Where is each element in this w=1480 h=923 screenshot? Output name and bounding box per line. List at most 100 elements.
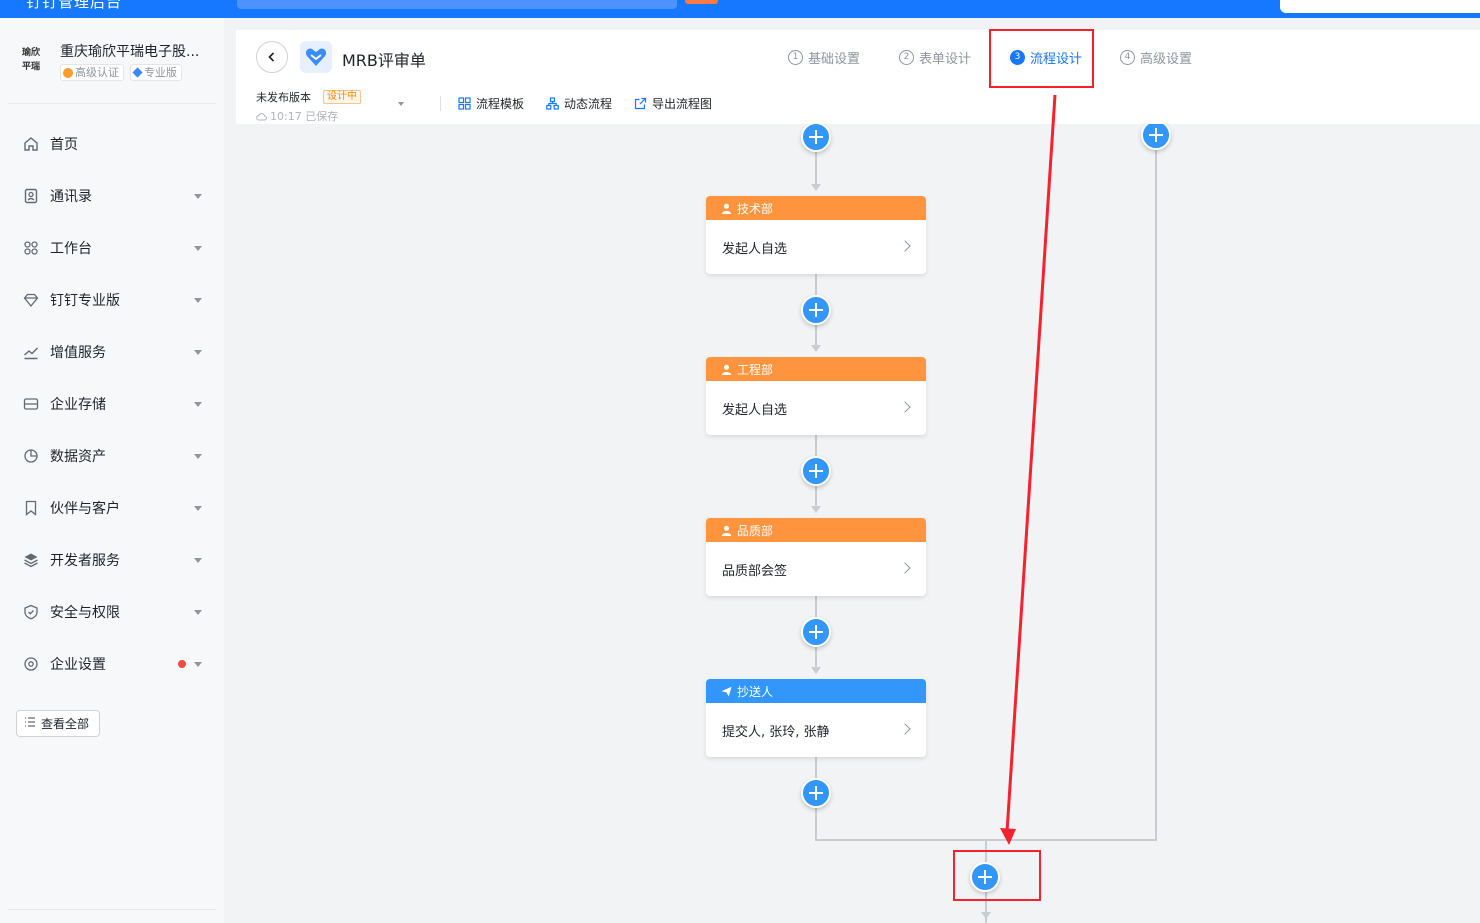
- version-selector[interactable]: 未发布版本 设计中: [256, 89, 361, 105]
- sidebar-item-home[interactable]: 首页: [8, 118, 216, 170]
- add-branch-node-button[interactable]: [1141, 124, 1171, 150]
- sidebar-item-workbench[interactable]: 工作台: [8, 222, 216, 274]
- node-title: 工程部: [737, 362, 774, 377]
- org-chart-icon: [546, 97, 559, 110]
- flow-toolbar: 流程模板 动态流程 导出流程图: [458, 95, 712, 112]
- chevron-down-icon: [194, 194, 202, 199]
- chevron-down-icon: [194, 402, 202, 407]
- dynamic-flow-label: 动态流程: [564, 97, 613, 111]
- cert-badge: 高级认证: [60, 64, 124, 81]
- flow-template-label: 流程模板: [476, 97, 525, 111]
- chevron-down-icon: [194, 662, 202, 667]
- node-header: 品质部: [706, 518, 926, 542]
- tab-basic-settings[interactable]: 1 基础设置: [788, 48, 860, 67]
- sidebar-item-security[interactable]: 安全与权限: [8, 586, 216, 638]
- top-action-button[interactable]: [685, 0, 718, 4]
- add-node-button[interactable]: [801, 456, 831, 486]
- chevron-left-icon: [268, 52, 275, 62]
- node-header: 工程部: [706, 357, 926, 381]
- node-content: 品质部会签: [706, 542, 926, 596]
- bookmark-icon: [22, 499, 40, 517]
- save-status: 10:17 已保存: [256, 108, 338, 124]
- approver-node[interactable]: 品质部 品质部会签: [706, 518, 926, 596]
- step-label: 基础设置: [808, 52, 861, 67]
- export-flowchart-button[interactable]: 导出流程图: [634, 95, 712, 112]
- sidebar-item-partners[interactable]: 伙伴与客户: [8, 482, 216, 534]
- saved-text: 10:17 已保存: [270, 110, 339, 123]
- sidebar-item-label: 增值服务: [50, 345, 106, 361]
- shield-icon: [22, 603, 40, 621]
- notification-dot: [178, 660, 186, 668]
- sidebar-item-contacts[interactable]: 通讯录: [8, 170, 216, 222]
- sidebar-item-value-added[interactable]: 增值服务: [8, 326, 216, 378]
- sidebar-nav: 首页 通讯录 工作台 钉钉专业版 增值服务 企业存储 数据资产 伙伴与客户 开发…: [8, 118, 216, 690]
- template-icon: [458, 97, 471, 110]
- app-header-title: 钉钉管理后台: [26, 0, 123, 11]
- chevron-down-icon: [194, 246, 202, 251]
- connector-arrow: [811, 506, 821, 513]
- external-link-icon: [634, 97, 647, 110]
- version-label: 未发布版本: [256, 91, 311, 104]
- cert-label: 高级认证: [75, 66, 119, 79]
- view-all-button[interactable]: 查看全部: [16, 710, 100, 737]
- tab-form-design[interactable]: 2 表单设计: [899, 48, 971, 67]
- diamond-icon: [132, 67, 143, 78]
- node-header: 技术部: [706, 196, 926, 220]
- org-name: 重庆瑜欣平瑞电子股...: [60, 44, 200, 60]
- chevron-down-icon: [194, 610, 202, 615]
- sidebar-item-developer[interactable]: 开发者服务: [8, 534, 216, 586]
- chevron-right-icon: [899, 562, 911, 574]
- version-status-badge: 设计中: [323, 90, 361, 104]
- chevron-right-icon: [899, 723, 911, 735]
- sidebar-item-settings[interactable]: 企业设置: [8, 638, 216, 690]
- add-node-button[interactable]: [801, 778, 831, 808]
- sidebar: 瑜欣平瑞 重庆瑜欣平瑞电子股... 高级认证 专业版 首页 通讯录 工作台 钉钉…: [0, 18, 224, 923]
- node-content-text: 提交人, 张玲, 张静: [722, 724, 830, 740]
- editor-header: MRB评审单 1 基础设置 2 表单设计 3 流程设计 4 高级设置 未发布版本 设计中…: [236, 30, 1480, 124]
- step-label: 表单设计: [919, 52, 972, 67]
- cc-node[interactable]: 抄送人 提交人, 张玲, 张静: [706, 679, 926, 757]
- app-title: MRB评审单: [342, 51, 426, 70]
- grid-icon: [22, 239, 40, 257]
- global-search-bar[interactable]: [237, 0, 677, 9]
- add-node-button[interactable]: [801, 124, 831, 152]
- node-content: 提交人, 张玲, 张静: [706, 703, 926, 757]
- chevron-down-icon: [194, 506, 202, 511]
- step-number: 4: [1120, 50, 1135, 65]
- sidebar-item-label: 开发者服务: [50, 553, 120, 569]
- add-node-button[interactable]: [801, 295, 831, 325]
- caret-down-icon[interactable]: [398, 102, 404, 106]
- node-content: 发起人自选: [706, 381, 926, 435]
- connector-arrow: [811, 667, 821, 674]
- approver-node[interactable]: 工程部 发起人自选: [706, 357, 926, 435]
- chevron-down-icon: [194, 454, 202, 459]
- dynamic-flow-button[interactable]: 动态流程: [546, 95, 612, 112]
- add-node-button[interactable]: [801, 617, 831, 647]
- tab-advanced-settings[interactable]: 4 高级设置: [1120, 48, 1192, 67]
- export-flowchart-label: 导出流程图: [652, 97, 713, 111]
- layers-icon: [22, 551, 40, 569]
- flow-canvas[interactable]: 技术部 发起人自选 工程部 发起人自选 品质部 品质部会签 抄送人 提交人, 张…: [224, 124, 1480, 923]
- node-content-text: 发起人自选: [722, 402, 788, 418]
- diamond-icon: [22, 291, 40, 309]
- user-icon: [721, 203, 732, 214]
- step-label: 高级设置: [1140, 52, 1193, 67]
- sidebar-item-data-assets[interactable]: 数据资产: [8, 430, 216, 482]
- approver-node[interactable]: 技术部 发起人自选: [706, 196, 926, 274]
- flow-template-button[interactable]: 流程模板: [458, 95, 524, 112]
- pro-label: 专业版: [144, 66, 177, 79]
- node-content-text: 发起人自选: [722, 241, 788, 257]
- chevron-down-icon: [194, 298, 202, 303]
- gear-icon: [22, 655, 40, 673]
- sidebar-item-storage[interactable]: 企业存储: [8, 378, 216, 430]
- chevron-down-icon: [194, 558, 202, 563]
- chevron-down-icon: [194, 350, 202, 355]
- back-button[interactable]: [256, 41, 288, 73]
- sidebar-item-pro[interactable]: 钉钉专业版: [8, 274, 216, 326]
- org-info[interactable]: 瑜欣平瑞 重庆瑜欣平瑞电子股... 高级认证 专业版: [8, 38, 216, 104]
- sidebar-item-label: 企业存储: [50, 397, 106, 413]
- sidebar-item-label: 安全与权限: [50, 605, 120, 621]
- node-content: 发起人自选: [706, 220, 926, 274]
- sidebar-item-label: 伙伴与客户: [50, 501, 120, 517]
- top-bar: 钉钉管理后台: [0, 0, 1480, 18]
